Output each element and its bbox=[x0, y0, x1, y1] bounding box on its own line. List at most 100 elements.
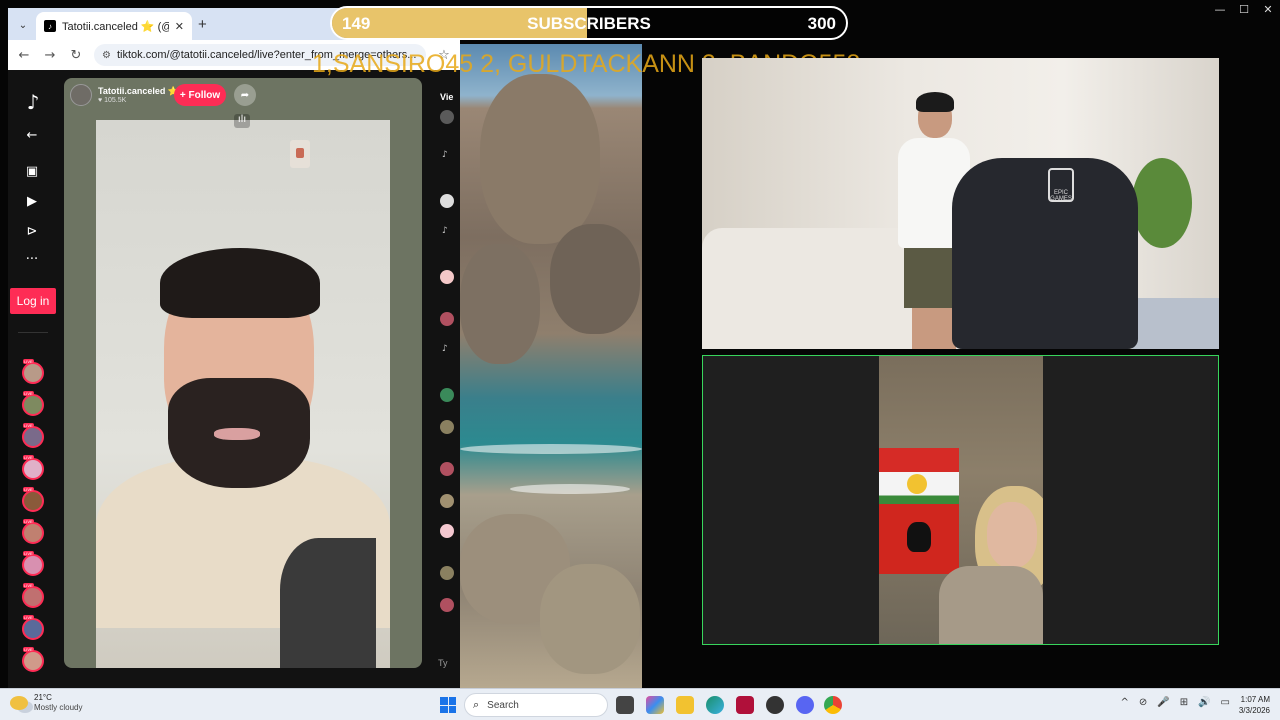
viewer-avatar[interactable] bbox=[440, 194, 454, 208]
back-arrow-icon[interactable]: ← bbox=[22, 128, 42, 148]
browser-tab[interactable]: ♪ Tatotii.canceled ⭐ (@tatot ✕ bbox=[36, 12, 192, 40]
file-explorer-icon[interactable] bbox=[676, 696, 694, 714]
viewer-avatar[interactable] bbox=[440, 598, 454, 612]
live-video-player[interactable]: Tatotii.canceled ⭐ ♥ 105.5K + Follow ➦ ı… bbox=[64, 78, 422, 668]
viewer-avatar[interactable] bbox=[440, 420, 454, 434]
task-view-icon[interactable] bbox=[616, 696, 634, 714]
subscribers-current: 149 bbox=[342, 14, 371, 33]
audio-icon[interactable]: ılı bbox=[234, 114, 250, 128]
microphone-icon[interactable]: 🎤 bbox=[1157, 697, 1169, 708]
window-controls: — ☐ ✕ bbox=[1208, 0, 1280, 18]
live-avatar[interactable] bbox=[22, 359, 44, 384]
live-avatar[interactable] bbox=[22, 615, 44, 640]
tab-close-icon[interactable]: ✕ bbox=[175, 20, 184, 33]
landscape-image bbox=[460, 44, 642, 688]
system-tray: ^ ⊘ 🎤 ⊞ 🔊 ▭ bbox=[1120, 697, 1230, 708]
search-placeholder: Search bbox=[487, 699, 519, 711]
subscribers-goal: 300 bbox=[807, 14, 836, 33]
webcam-bottom bbox=[702, 355, 1219, 645]
edge-icon[interactable] bbox=[706, 696, 724, 714]
guest-sweater bbox=[939, 566, 1043, 644]
chair-logo: EPIC GAMES bbox=[1048, 168, 1074, 202]
minimize-button[interactable]: — bbox=[1208, 0, 1232, 18]
comment-input[interactable]: Ty bbox=[438, 658, 448, 668]
copilot-icon[interactable] bbox=[646, 696, 664, 714]
tiktok-icon: ♪ bbox=[442, 344, 448, 354]
site-info-icon[interactable]: ⚙ bbox=[102, 50, 111, 61]
login-button[interactable]: Log in bbox=[10, 288, 56, 314]
live-avatar[interactable] bbox=[22, 487, 44, 512]
follow-button[interactable]: + Follow bbox=[174, 84, 226, 106]
battery-icon[interactable]: ▭ bbox=[1221, 697, 1230, 708]
clock-date: 3/3/2026 bbox=[1238, 706, 1270, 715]
live-avatar[interactable] bbox=[22, 583, 44, 608]
live-avatar[interactable] bbox=[22, 391, 44, 416]
desk-items bbox=[1132, 298, 1219, 349]
play-icon[interactable]: ⊳ bbox=[22, 224, 42, 244]
streamer-likes: ♥ 105.5K bbox=[98, 97, 127, 104]
tab-list-button[interactable]: ⌄ bbox=[14, 16, 32, 34]
weather-widget[interactable]: 21°C Mostly cloudy bbox=[10, 693, 82, 713]
gaming-chair bbox=[952, 158, 1138, 349]
close-window-button[interactable]: ✕ bbox=[1256, 0, 1280, 18]
tiktok-page: ♪ ← ▣ ▶ ⊳ ··· Log in LIVE LIVE LIVE LIVE… bbox=[8, 70, 460, 688]
viewer-avatar[interactable] bbox=[440, 462, 454, 476]
video-camera-icon[interactable]: ▶ bbox=[22, 194, 42, 214]
acrobat-icon[interactable] bbox=[736, 696, 754, 714]
maximize-button[interactable]: ☐ bbox=[1232, 0, 1256, 18]
tiktok-logo-icon[interactable]: ♪ bbox=[22, 90, 44, 114]
tiktok-icon: ♪ bbox=[442, 226, 448, 236]
live-avatar[interactable] bbox=[22, 519, 44, 544]
viewer-avatar[interactable] bbox=[440, 494, 454, 508]
viewer-avatar[interactable] bbox=[440, 270, 454, 284]
guest-video bbox=[879, 356, 1043, 644]
viewers-label: Vie bbox=[440, 92, 454, 102]
share-icon[interactable]: ➦ bbox=[234, 84, 256, 106]
viewer-avatar[interactable] bbox=[440, 388, 454, 402]
webcam-top: EPIC GAMES bbox=[702, 58, 1219, 349]
reload-button[interactable]: ↻ bbox=[68, 48, 84, 63]
albania-flag bbox=[879, 504, 959, 574]
tiktok-icon: ♪ bbox=[442, 150, 448, 160]
clock-time: 1:07 AM bbox=[1240, 695, 1270, 704]
streamer-info[interactable]: Tatotii.canceled ⭐ ♥ 105.5K bbox=[70, 84, 179, 106]
light-switch bbox=[290, 140, 310, 168]
microphone bbox=[280, 538, 376, 668]
forward-button[interactable]: → bbox=[42, 48, 58, 63]
tab-title: Tatotii.canceled ⭐ (@tatot bbox=[62, 20, 169, 33]
back-button[interactable]: ← bbox=[16, 48, 32, 63]
discord-icon[interactable] bbox=[796, 696, 814, 714]
desktop: — ☐ ✕ ⌄ ♪ Tatotii.canceled ⭐ (@tatot ✕ +… bbox=[0, 0, 1280, 720]
live-avatar[interactable] bbox=[22, 423, 44, 448]
plant bbox=[1132, 158, 1192, 248]
live-avatar[interactable] bbox=[22, 647, 44, 672]
tray-overflow-icon[interactable]: ^ bbox=[1120, 697, 1128, 708]
clock[interactable]: 1:07 AM 3/3/2026 bbox=[1239, 694, 1270, 716]
subscriber-goal-bar: SUBSCRIBERS 149 300 bbox=[330, 6, 848, 40]
search-icon: ⌕ bbox=[473, 698, 480, 711]
live-tv-icon[interactable]: ▣ bbox=[22, 164, 42, 184]
viewers-panel: Vie ♪ ♪ ♪ Ty bbox=[432, 70, 460, 688]
volume-icon[interactable]: 🔊 bbox=[1198, 697, 1210, 708]
tiktok-favicon-icon: ♪ bbox=[44, 20, 56, 32]
tiktok-sidebar: ♪ ← ▣ ▶ ⊳ ··· Log in bbox=[8, 70, 56, 688]
display-icon[interactable]: ⊞ bbox=[1180, 697, 1188, 708]
streamer-name[interactable]: Tatotii.canceled ⭐ bbox=[98, 86, 179, 97]
obs-icon[interactable] bbox=[766, 696, 784, 714]
streamer-mouth bbox=[214, 428, 260, 440]
weather-description: Mostly cloudy bbox=[34, 703, 83, 712]
chrome-icon[interactable] bbox=[824, 696, 842, 714]
viewer-avatar[interactable] bbox=[440, 110, 454, 124]
viewer-avatar[interactable] bbox=[440, 566, 454, 580]
viewer-avatar[interactable] bbox=[440, 312, 454, 326]
live-avatar[interactable] bbox=[22, 551, 44, 576]
taskbar-search[interactable]: ⌕ Search bbox=[464, 693, 608, 717]
network-icon[interactable]: ⊘ bbox=[1139, 697, 1147, 708]
streamer-avatar[interactable] bbox=[70, 84, 92, 106]
more-icon[interactable]: ··· bbox=[22, 252, 42, 272]
start-button[interactable] bbox=[440, 697, 456, 713]
live-avatar[interactable] bbox=[22, 455, 44, 480]
viewer-avatar[interactable] bbox=[440, 524, 454, 538]
new-tab-button[interactable]: + bbox=[198, 16, 207, 33]
weather-temperature: 21°C bbox=[34, 693, 52, 702]
